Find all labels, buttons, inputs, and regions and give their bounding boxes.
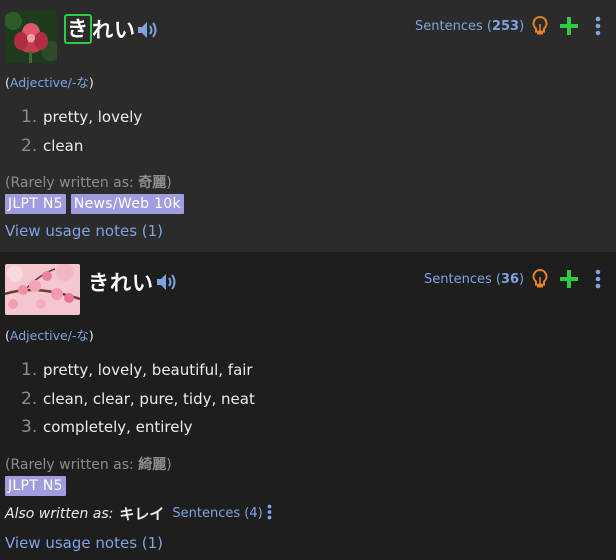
also-label: Also written as: [5,505,114,522]
part-of-speech: (Adjective/-な) [5,75,94,90]
sentences-link[interactable]: Sentences (253) [415,19,524,34]
sentences-count: 36 [500,272,520,287]
sense-gloss: pretty, lovely, beautiful, fair [43,361,253,380]
rare-spelling: (Rarely written as: 綺麗) [5,457,172,473]
sense-gloss: clean [43,136,84,155]
tag-frequency[interactable]: News/Web 10k [70,194,184,214]
word-heading: き れい [64,14,136,44]
tag-jlpt[interactable]: JLPT N5 [5,194,66,214]
alt-kebab-menu-icon[interactable] [267,504,272,524]
sense-number: 1. [21,107,38,128]
sense-gloss: completely, entirely [43,418,193,437]
sense-list: 1. pretty, lovely 2. clean [20,103,142,160]
speaker-icon[interactable] [136,19,160,41]
alt-sentences-link[interactable]: Sentences (4) [172,506,262,521]
sense-item: 1. pretty, lovely [20,103,142,132]
speaker-icon[interactable] [155,271,179,293]
word-highlight-char[interactable]: き [64,14,92,44]
cherry-blossom-image[interactable] [5,264,80,315]
tag-list: JLPT N5 News/Web 10k [5,194,184,214]
tag-list: JLPT N5 [5,476,66,496]
usage-notes-link[interactable]: View usage notes (1) [5,222,163,240]
sense-number: 1. [21,360,38,381]
word-rest: れい [92,18,136,42]
sense-item: 1. pretty, lovely, beautiful, fair [20,356,255,385]
alt-word: キレイ [119,505,165,523]
sense-number: 2. [21,135,38,156]
add-to-list-plus-icon[interactable] [560,17,578,35]
kebab-menu-icon[interactable] [595,16,601,36]
usage-notes-link[interactable]: View usage notes (1) [5,534,163,552]
part-of-speech: (Adjective/-な) [5,328,94,343]
sense-number: 3. [21,417,38,438]
pos-link[interactable]: Adjective/-な [10,75,89,90]
sense-list: 1. pretty, lovely, beautiful, fair 2. cl… [20,356,255,442]
word-heading: きれい [88,267,154,297]
pos-link[interactable]: Adjective/-な [10,328,89,343]
lightbulb-icon[interactable] [531,268,549,290]
entry-kirei-1: き れい Sentences (253) (Adjective/-な) 1. p… [0,0,616,252]
also-written-as: Also written as: キレイ Sentences (4) [5,503,272,524]
entry-kirei-2: きれい Sentences (36) (Adjective/-な) 1. pre… [0,252,616,560]
lotus-flower-image[interactable] [5,11,57,63]
sense-gloss: clean, clear, pure, tidy, neat [43,389,255,408]
sense-number: 2. [21,388,38,409]
tag-jlpt[interactable]: JLPT N5 [5,476,66,496]
sense-item: 3. completely, entirely [20,413,255,442]
word-rest: きれい [88,271,154,295]
sentences-link[interactable]: Sentences (36) [424,272,524,287]
sentences-count: 253 [491,19,520,34]
sense-item: 2. clean [20,132,142,161]
add-to-list-plus-icon[interactable] [560,270,578,288]
sense-item: 2. clean, clear, pure, tidy, neat [20,385,255,414]
kebab-menu-icon[interactable] [595,269,601,289]
sense-gloss: pretty, lovely [43,108,143,127]
lightbulb-icon[interactable] [531,15,549,37]
rare-kanji: 奇麗 [138,175,167,191]
rare-kanji: 綺麗 [138,457,167,473]
rare-spelling: (Rarely written as: 奇麗) [5,175,172,191]
